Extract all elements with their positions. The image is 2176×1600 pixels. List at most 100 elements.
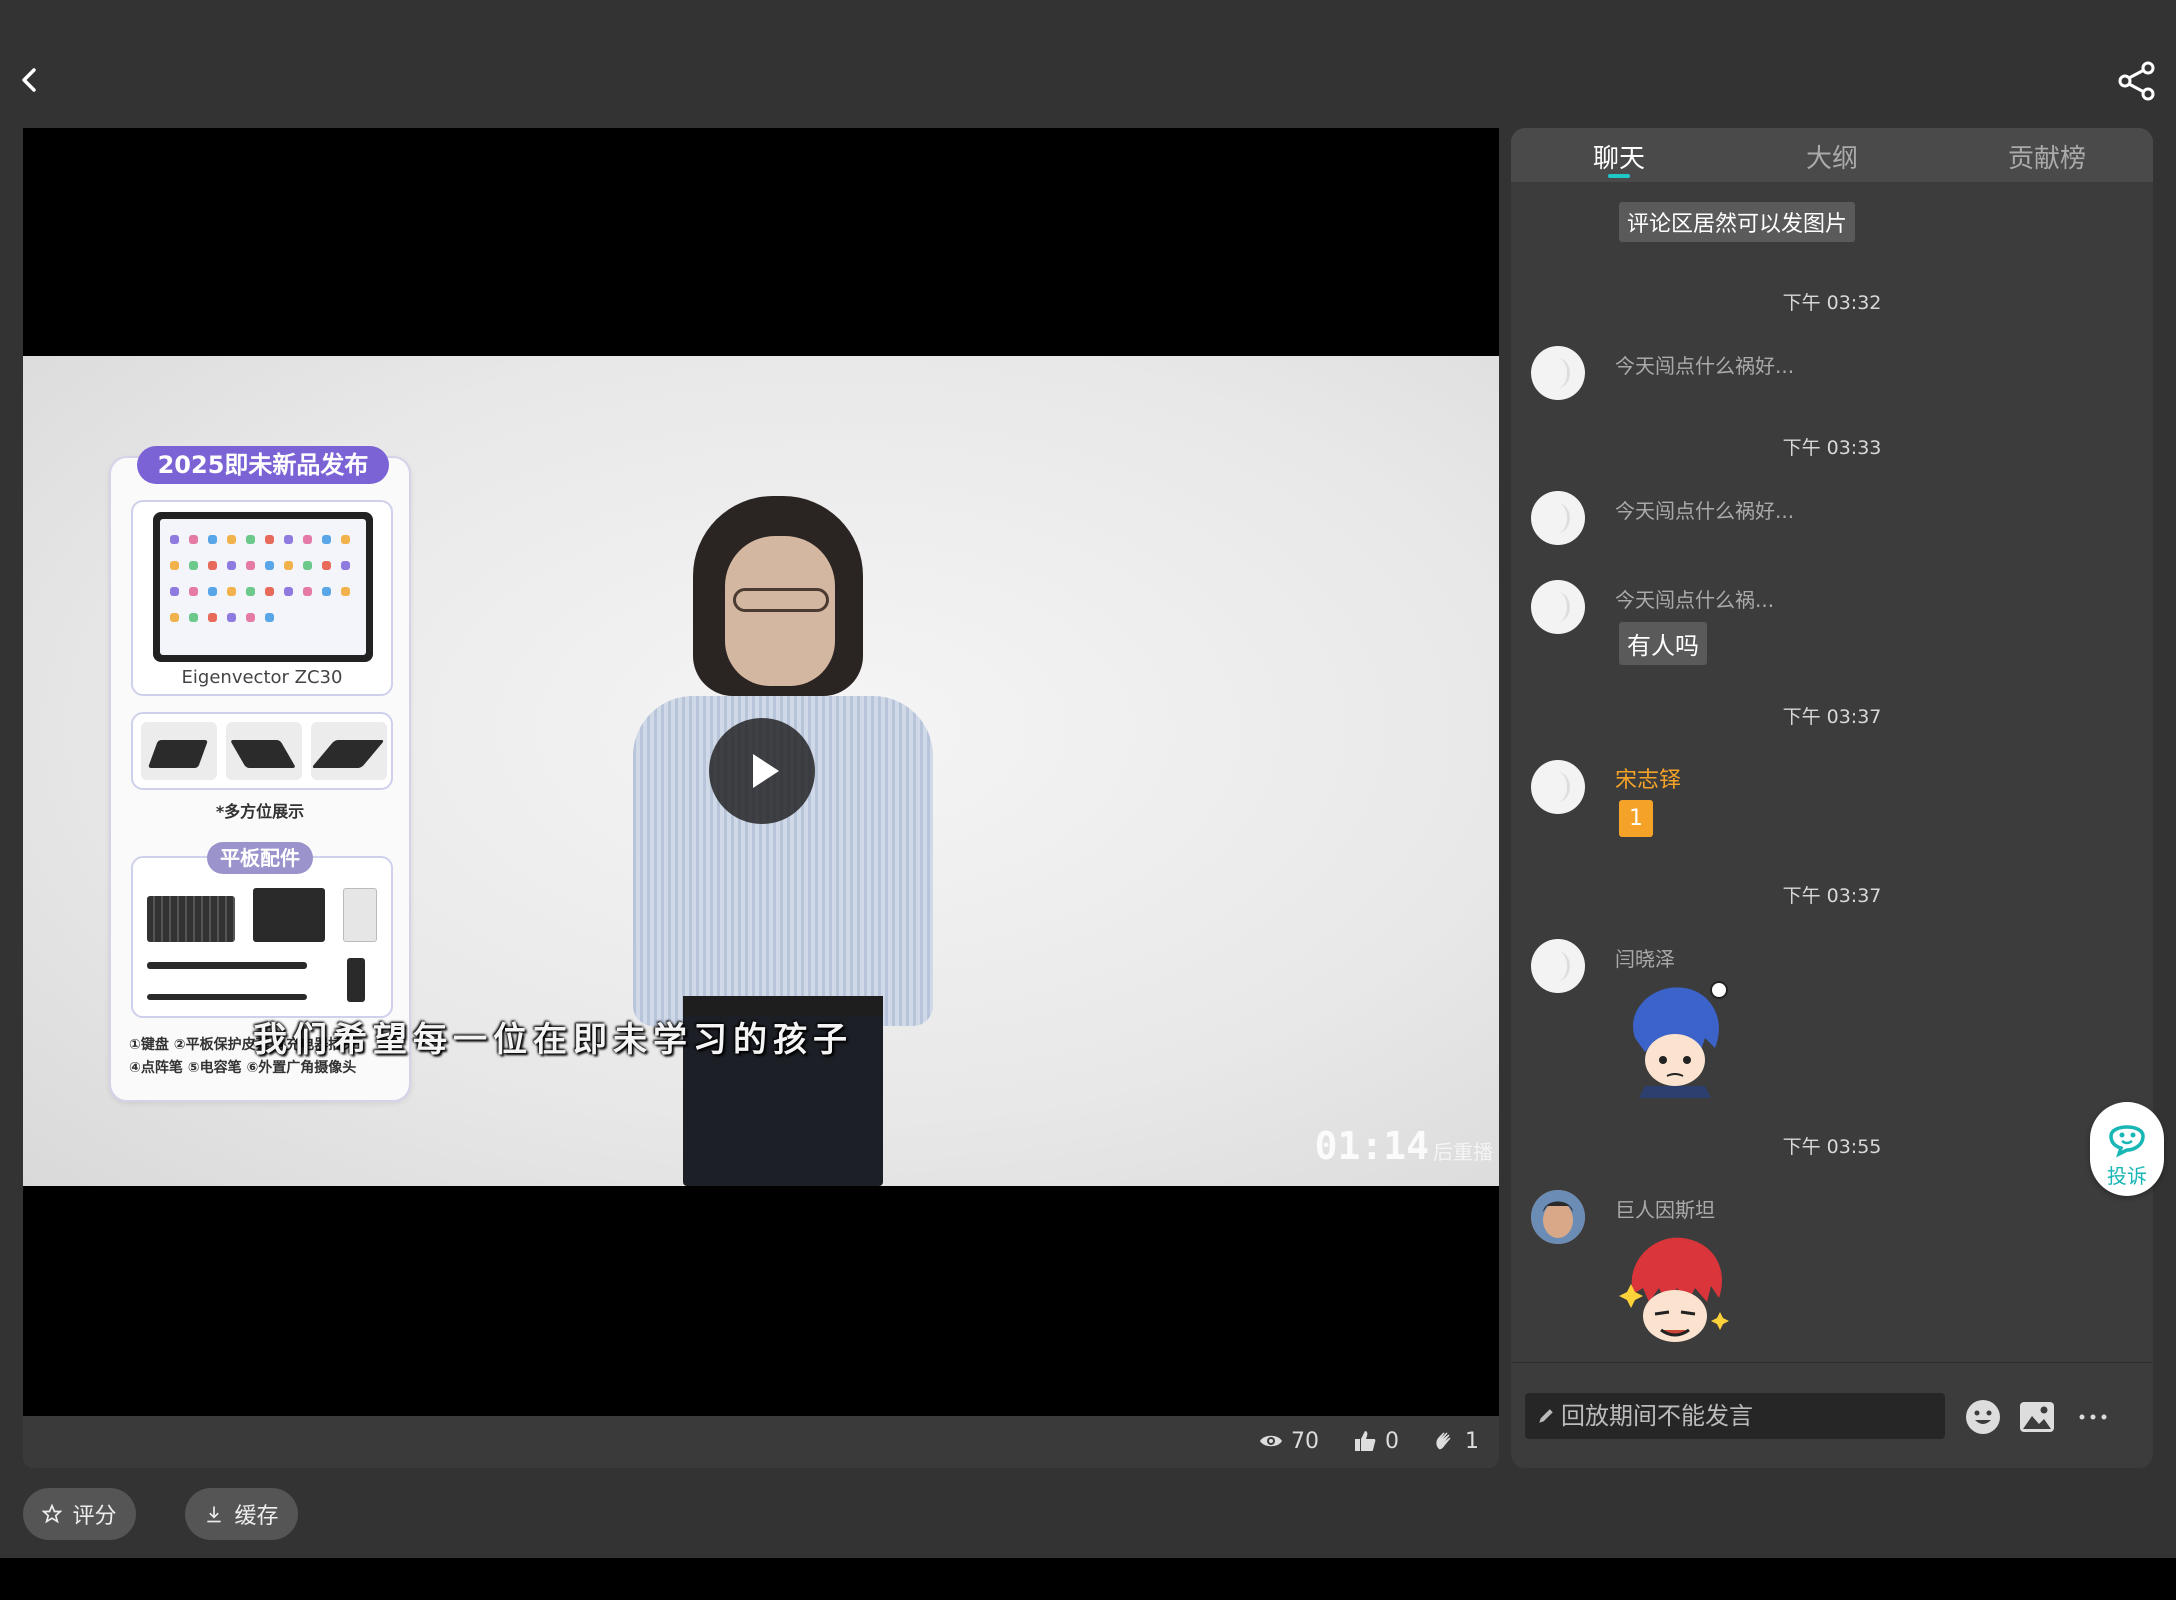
app-icon: [189, 613, 198, 622]
message-composer: 回放期间不能发言: [1511, 1362, 2153, 1468]
video-stats: 70 0 1: [1259, 1424, 1479, 1458]
report-button[interactable]: 投诉: [2090, 1102, 2164, 1196]
app-icon: [227, 613, 236, 622]
app-icon: [208, 561, 217, 570]
chevron-left-icon: [22, 68, 36, 92]
eye-icon: [1260, 1435, 1282, 1447]
avatar[interactable]: [1531, 346, 1585, 400]
app-icon: [227, 535, 236, 544]
app-icon: [284, 561, 293, 570]
video-frame: 2025即未新品发布 Eigenvector ZC30 *多方位展示 平板配件 …: [23, 356, 1499, 1186]
app-icon: [227, 587, 236, 596]
app-icon: [322, 587, 331, 596]
emoji-icon[interactable]: [1965, 1399, 2001, 1435]
video-player: 2025即未新品发布 Eigenvector ZC30 *多方位展示 平板配件 …: [23, 128, 1499, 1468]
report-bot-icon: [2109, 1125, 2145, 1158]
app-icon: [170, 561, 179, 570]
timestamp: 下午 03:55: [1782, 1136, 1882, 1158]
thumbs-up-icon: [1355, 1431, 1376, 1451]
clap-icon: [1436, 1432, 1451, 1450]
avatar[interactable]: [1531, 939, 1585, 993]
tablet-image: Eigenvector ZC30: [131, 500, 393, 696]
user-photo: [1531, 1190, 1585, 1244]
app-icon: [208, 613, 217, 622]
chat-list[interactable]: 评论区居然可以发图片 下午 03:32 今天闯点什么祸好... 下午 03:33…: [1511, 182, 2153, 1362]
avatar[interactable]: [1531, 1190, 1585, 1244]
timestamp: 下午 03:32: [1782, 292, 1882, 314]
app-icon: [189, 587, 198, 596]
timestamp: 下午 03:37: [1782, 706, 1882, 728]
app-icon: [246, 587, 255, 596]
tab-indicator: [1608, 174, 1630, 178]
app-icon: [227, 561, 236, 570]
pencil-icon: [1539, 1409, 1553, 1423]
app-icon: [265, 613, 274, 622]
app-icon: [341, 587, 350, 596]
clap-button[interactable]: 1: [1433, 1429, 1479, 1454]
avatar[interactable]: [1531, 760, 1585, 814]
user-name: 今天闯点什么祸...: [1615, 588, 1775, 612]
side-panel: 聊天 大纲 贡献榜 评论区居然可以发图片 下午 03:32 今天闯点什么祸好..…: [1511, 128, 2153, 1468]
app-icon: [322, 561, 331, 570]
multi-view-caption: *多方位展示: [215, 802, 305, 821]
more-icon[interactable]: [2075, 1399, 2111, 1435]
view-count: 70: [1259, 1429, 1319, 1454]
replay-timer: 01:14 后重播: [1314, 1124, 1493, 1168]
share-icon: [2118, 61, 2155, 101]
red-hair-sticker: [1619, 1237, 1729, 1342]
avatar[interactable]: [1531, 491, 1585, 545]
app-icon: [246, 613, 255, 622]
app-icon: [170, 587, 179, 596]
promo-title: 2025即未新品发布: [137, 446, 389, 484]
app-icon: [170, 535, 179, 544]
cache-button[interactable]: 缓存: [185, 1488, 298, 1540]
rate-button[interactable]: 评分: [23, 1488, 136, 1540]
message-bubble: 评论区居然可以发图片: [1619, 202, 1856, 242]
avatar[interactable]: [1531, 580, 1585, 634]
bottom-strip: [0, 1558, 2176, 1600]
tab-chat[interactable]: 聊天: [1593, 138, 1645, 175]
share-button[interactable]: [2116, 60, 2158, 102]
user-name: 宋志铎: [1615, 768, 1682, 793]
app-icon: [341, 561, 350, 570]
play-button[interactable]: [709, 718, 815, 824]
message-bubble: 1: [1619, 800, 1653, 837]
tablet-screen: [160, 519, 366, 655]
timestamp: 下午 03:37: [1782, 885, 1882, 907]
pose-images: [131, 712, 393, 790]
blue-hair-sticker: [1633, 981, 1728, 1098]
promo-card: 2025即未新品发布 Eigenvector ZC30 *多方位展示 平板配件 …: [109, 446, 411, 1102]
like-button[interactable]: 0: [1353, 1429, 1399, 1454]
panel-tabs: 聊天 大纲 贡献榜: [1511, 128, 2153, 182]
tab-outline[interactable]: 大纲: [1806, 138, 1858, 175]
app-icon: [265, 561, 274, 570]
back-button[interactable]: [14, 62, 44, 98]
top-bar: [0, 0, 2176, 128]
app-icon: [284, 535, 293, 544]
tab-leaderboard[interactable]: 贡献榜: [2008, 138, 2086, 175]
app-icon: [284, 587, 293, 596]
image-icon[interactable]: [2019, 1399, 2055, 1435]
app-icon: [208, 535, 217, 544]
tablet-brand: Eigenvector ZC30: [181, 667, 343, 688]
accessories-image: [131, 856, 393, 1018]
app-icon: [303, 587, 312, 596]
message-bubble: 有人吗: [1619, 622, 1707, 665]
accessories-label: 平板配件: [207, 842, 313, 874]
user-name: 今天闯点什么祸好...: [1615, 354, 1795, 378]
app-icon: [341, 535, 350, 544]
app-icon: [265, 535, 274, 544]
app-icon: [322, 535, 331, 544]
app-icon: [265, 587, 274, 596]
app-icon: [189, 535, 198, 544]
app-icon: [170, 613, 179, 622]
app-icon: [303, 535, 312, 544]
user-name: 闫晓泽: [1615, 947, 1675, 971]
app-icon: [246, 561, 255, 570]
app-icon: [189, 561, 198, 570]
video-surface[interactable]: 2025即未新品发布 Eigenvector ZC30 *多方位展示 平板配件 …: [23, 128, 1499, 1416]
app-icon: [208, 587, 217, 596]
message-input[interactable]: 回放期间不能发言: [1525, 1393, 1945, 1439]
report-label: 投诉: [2107, 1164, 2147, 1188]
app-icon: [246, 535, 255, 544]
